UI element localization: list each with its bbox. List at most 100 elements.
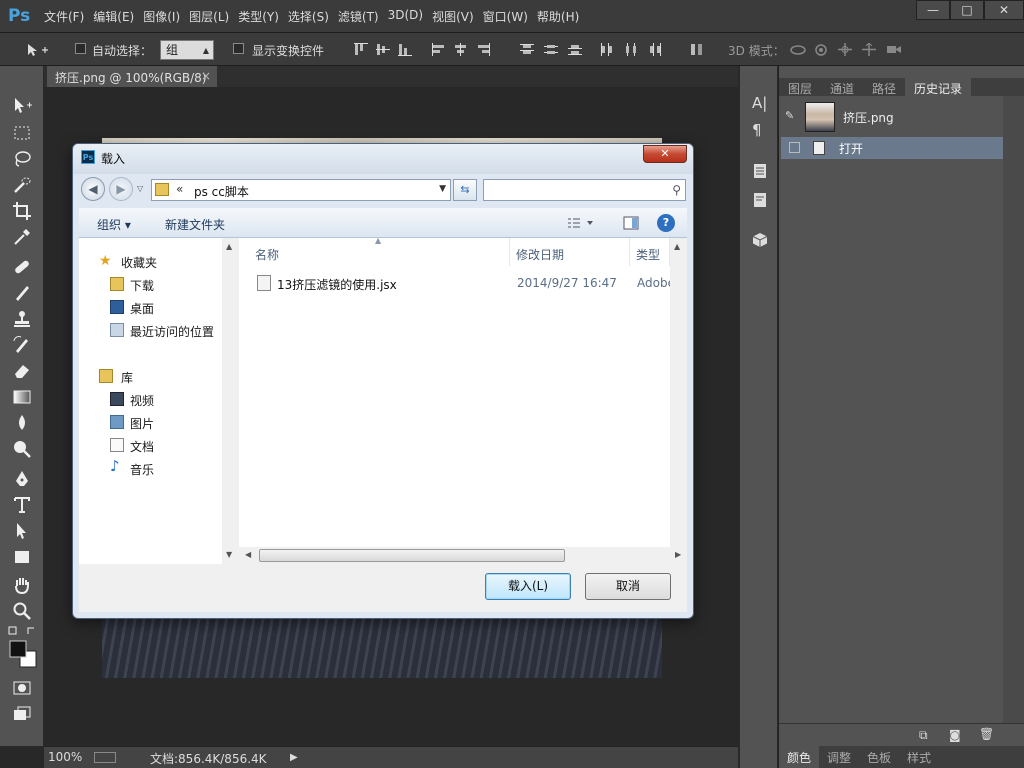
crop-tool-icon[interactable]: [12, 201, 32, 221]
lasso-tool-icon[interactable]: [12, 149, 32, 169]
new-document-from-state-icon[interactable]: ⧉: [919, 728, 928, 743]
preview-pane-icon[interactable]: [623, 215, 639, 231]
path-dropdown-icon[interactable]: ▼: [439, 184, 446, 194]
nav-pictures[interactable]: 图片: [130, 415, 154, 432]
show-transform-checkbox[interactable]: [233, 43, 244, 54]
panel-scrollbar[interactable]: [1003, 96, 1024, 723]
dialog-close-button[interactable]: ✕: [643, 145, 687, 163]
rectangle-tool-icon[interactable]: [12, 547, 32, 567]
close-tab-icon[interactable]: ×: [201, 69, 211, 83]
distribute-top-icon[interactable]: [520, 43, 534, 56]
file-list-vscrollbar[interactable]: ▲: [670, 238, 687, 547]
distribute-bottom-icon[interactable]: [568, 43, 582, 56]
recent-locations-icon[interactable]: ▽: [137, 184, 143, 193]
menu-3d[interactable]: 3D(D): [388, 8, 423, 25]
view-options-icon[interactable]: [567, 215, 593, 231]
3d-pan-icon[interactable]: [838, 43, 852, 56]
refresh-button[interactable]: ⇆: [453, 179, 477, 201]
paragraph-panel-icon[interactable]: ¶: [752, 121, 768, 139]
menu-edit[interactable]: 编辑(E): [93, 8, 134, 25]
3d-camera-icon[interactable]: [886, 43, 901, 56]
eyedropper-tool-icon[interactable]: [12, 227, 32, 247]
nav-documents[interactable]: 文档: [130, 438, 154, 455]
auto-select-checkbox[interactable]: [75, 43, 86, 54]
distribute-hcenter-icon[interactable]: [624, 43, 638, 56]
distribute-vcenter-icon[interactable]: [544, 43, 558, 56]
current-path[interactable]: ps cc脚本: [194, 183, 249, 200]
nav-music[interactable]: 音乐: [130, 461, 154, 478]
load-button[interactable]: 载入(L): [485, 573, 571, 600]
align-top-icon[interactable]: [354, 43, 368, 56]
tab-channels[interactable]: 通道: [821, 78, 863, 96]
status-menu-arrow-icon[interactable]: ▶: [290, 752, 298, 763]
menu-file[interactable]: 文件(F): [44, 8, 84, 25]
tab-swatches[interactable]: 色板: [859, 746, 899, 768]
nav-videos[interactable]: 视频: [130, 392, 154, 409]
menu-help[interactable]: 帮助(H): [537, 8, 579, 25]
3d-roll-icon[interactable]: [814, 43, 828, 56]
align-bottom-icon[interactable]: [398, 43, 412, 56]
history-item[interactable]: 打开: [781, 137, 1003, 159]
nav-recent-places[interactable]: 最近访问的位置: [130, 323, 214, 340]
nav-downloads[interactable]: 下载: [130, 277, 154, 294]
nav-favorites[interactable]: 收藏夹: [121, 254, 157, 271]
history-brush-tool-icon[interactable]: [12, 335, 32, 355]
distribute-right-icon[interactable]: [648, 43, 662, 56]
nav-library[interactable]: 库: [121, 369, 133, 386]
menu-layer[interactable]: 图层(L): [189, 8, 229, 25]
nav-desktop[interactable]: 桌面: [130, 300, 154, 317]
history-checkbox[interactable]: [789, 142, 800, 153]
menu-view[interactable]: 视图(V): [432, 8, 474, 25]
tab-color[interactable]: 颜色: [779, 746, 820, 768]
3d-orbit-icon[interactable]: [790, 43, 806, 56]
color-swatches-icon[interactable]: [8, 639, 38, 669]
history-snapshot[interactable]: ✎ 挤压.png: [779, 100, 1003, 134]
minimize-button[interactable]: —: [916, 0, 950, 20]
auto-select-dropdown[interactable]: 组 ▲▼: [160, 40, 214, 73]
gradient-tool-icon[interactable]: [12, 387, 32, 407]
tab-adjustments[interactable]: 调整: [819, 746, 859, 768]
camera-icon[interactable]: ◙: [949, 728, 961, 742]
align-vcenter-icon[interactable]: [376, 43, 390, 56]
dodge-tool-icon[interactable]: [12, 439, 32, 459]
move-tool-icon[interactable]: [12, 96, 32, 116]
pen-tool-icon[interactable]: [12, 469, 32, 489]
help-icon[interactable]: ?: [657, 214, 675, 232]
clone-stamp-tool-icon[interactable]: [12, 309, 32, 329]
cancel-button[interactable]: 取消: [585, 573, 671, 600]
type-tool-icon[interactable]: [12, 495, 32, 515]
quick-selection-tool-icon[interactable]: [12, 175, 32, 195]
hscroll-right-icon[interactable]: ▶: [675, 550, 681, 559]
column-header-type[interactable]: 类型: [630, 238, 670, 266]
menu-filter[interactable]: 滤镜(T): [338, 8, 379, 25]
align-hcenter-icon[interactable]: [454, 43, 468, 56]
marquee-tool-icon[interactable]: [12, 123, 32, 143]
nav-scrollbar[interactable]: ▲ ▼: [222, 238, 239, 564]
move-tool-preset-icon[interactable]: [26, 43, 48, 56]
organize-menu[interactable]: 组织 ▾: [97, 216, 131, 233]
brush-tool-icon[interactable]: [12, 283, 32, 303]
maximize-button[interactable]: □: [950, 0, 984, 20]
auto-align-icon[interactable]: [690, 43, 704, 56]
path-chevron[interactable]: «: [176, 182, 183, 196]
screen-mode-icon[interactable]: [12, 704, 32, 724]
hscroll-thumb[interactable]: [259, 549, 565, 562]
zoom-level[interactable]: 100%: [48, 750, 82, 764]
history-brush-source-icon[interactable]: ✎: [785, 109, 794, 122]
file-row[interactable]: 13挤压滤镜的使用.jsx 2014/9/27 16:47 Adobe: [251, 274, 671, 294]
column-header-name[interactable]: 名称 ▲: [239, 236, 510, 266]
menu-type[interactable]: 类型(Y): [238, 8, 279, 25]
tab-history[interactable]: 历史记录: [905, 78, 972, 96]
forward-button[interactable]: ▶: [109, 177, 133, 201]
scroll-down-icon[interactable]: ▼: [226, 550, 232, 559]
distribute-left-icon[interactable]: [600, 43, 614, 56]
quick-mask-icon[interactable]: [12, 678, 32, 698]
healing-brush-tool-icon[interactable]: [12, 257, 32, 277]
hscroll-left-icon[interactable]: ◀: [245, 550, 251, 559]
column-header-date[interactable]: 修改日期: [510, 238, 630, 266]
eraser-tool-icon[interactable]: [12, 361, 32, 381]
align-right-icon[interactable]: [476, 43, 490, 56]
tab-paths[interactable]: 路径: [863, 78, 905, 96]
path-selection-tool-icon[interactable]: [12, 521, 32, 541]
notes-panel-icon[interactable]: [752, 192, 768, 208]
